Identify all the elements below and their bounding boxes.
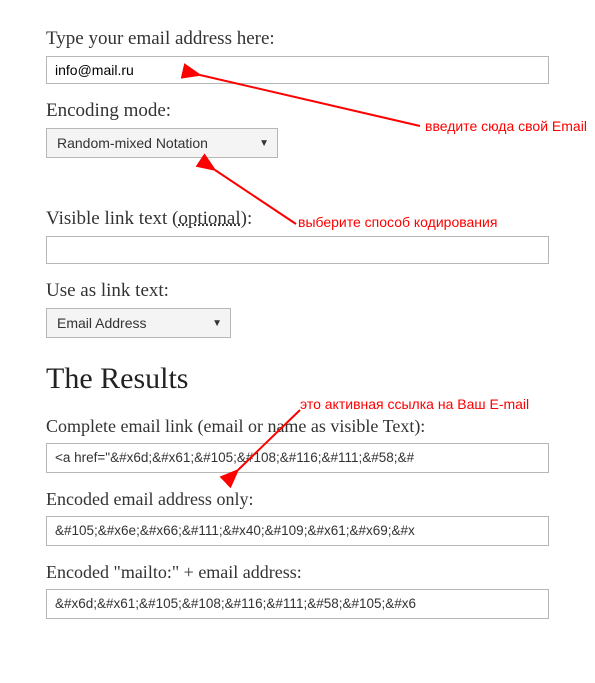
result-encoded-label: Encoded email address only: [46,489,549,510]
result-encoded-block: Encoded email address only: &#105;&#x6e;… [46,489,549,546]
result-mailto-label: Encoded "mailto:" + email address: [46,562,549,583]
email-input[interactable] [46,56,549,84]
email-label: Type your email address here: [46,28,549,50]
page: Type your email address here: Encoding m… [0,0,595,683]
useas-label: Use as link text: [46,280,549,302]
result-complete-value[interactable]: <a href="&#x6d;&#x61;&#105;&#108;&#116;&… [46,443,549,473]
encoding-block: Encoding mode: Random-mixed Notation ▼ [46,100,549,158]
visible-text-block: Visible link text (optional): [46,208,549,264]
encoding-select-value: Random-mixed Notation [57,135,208,151]
visible-text-label: Visible link text (optional): [46,208,549,230]
useas-select[interactable]: Email Address ▼ [46,308,231,338]
chevron-down-icon: ▼ [212,318,222,329]
useas-block: Use as link text: Email Address ▼ [46,280,549,338]
result-encoded-value[interactable]: &#105;&#x6e;&#x66;&#111;&#x40;&#109;&#x6… [46,516,549,546]
annotation-result: это активная ссылка на Ваш E-mail [300,396,529,414]
useas-select-value: Email Address [57,315,146,331]
encoding-select[interactable]: Random-mixed Notation ▼ [46,128,278,158]
email-block: Type your email address here: [46,28,549,84]
result-mailto-value[interactable]: &#x6d;&#x61;&#105;&#108;&#116;&#111;&#58… [46,589,549,619]
result-complete-block: Complete email link (email or name as vi… [46,416,549,473]
encoding-label: Encoding mode: [46,100,549,122]
result-complete-label: Complete email link (email or name as vi… [46,416,549,437]
result-mailto-block: Encoded "mailto:" + email address: &#x6d… [46,562,549,619]
visible-text-input[interactable] [46,236,549,264]
results-heading: The Results [46,362,549,396]
chevron-down-icon: ▼ [259,138,269,149]
